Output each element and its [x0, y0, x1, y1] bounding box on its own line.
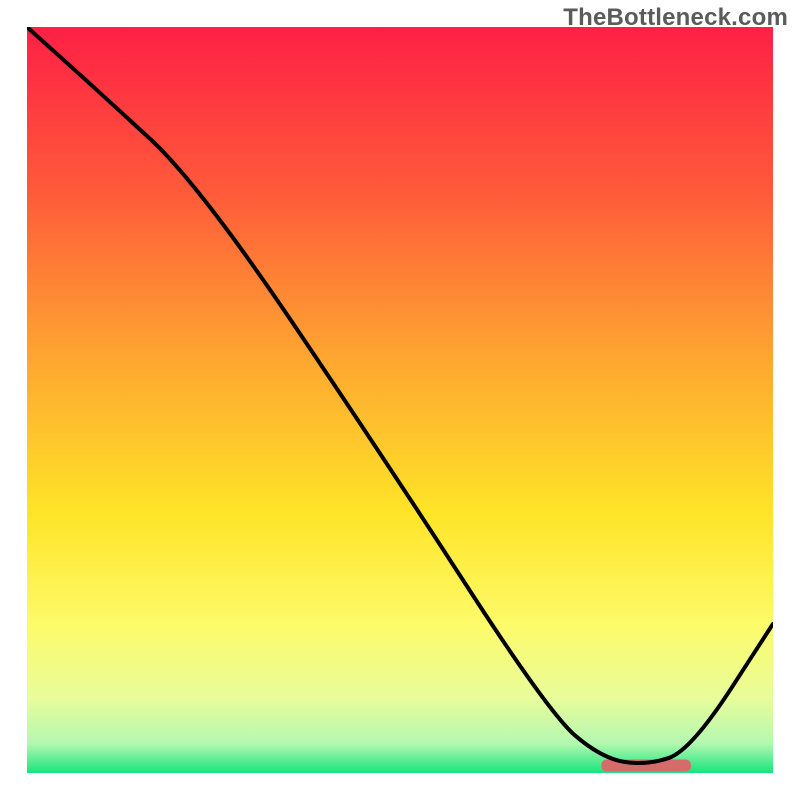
plot-area	[27, 27, 773, 773]
chart-container: TheBottleneck.com	[0, 0, 800, 800]
watermark-text: TheBottleneck.com	[563, 4, 788, 32]
chart-svg	[27, 27, 773, 773]
gradient-background	[27, 27, 773, 773]
